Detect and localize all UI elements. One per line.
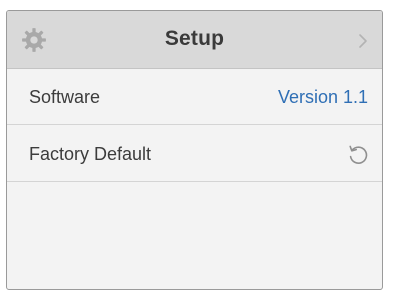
software-label: Software bbox=[29, 87, 101, 107]
chevron-right-icon[interactable] bbox=[358, 33, 368, 49]
software-row: Software Version 1.1 bbox=[7, 69, 382, 125]
factory-default-label: Factory Default bbox=[29, 144, 152, 164]
setup-header[interactable]: Setup bbox=[7, 11, 382, 69]
page-title: Setup bbox=[164, 27, 225, 50]
setup-panel: Setup Software Version 1.1 Factory Defau… bbox=[6, 10, 383, 290]
factory-default-row[interactable]: Factory Default bbox=[7, 126, 382, 182]
reset-icon[interactable] bbox=[346, 142, 370, 166]
software-version-value: Version 1.1 bbox=[277, 87, 368, 107]
